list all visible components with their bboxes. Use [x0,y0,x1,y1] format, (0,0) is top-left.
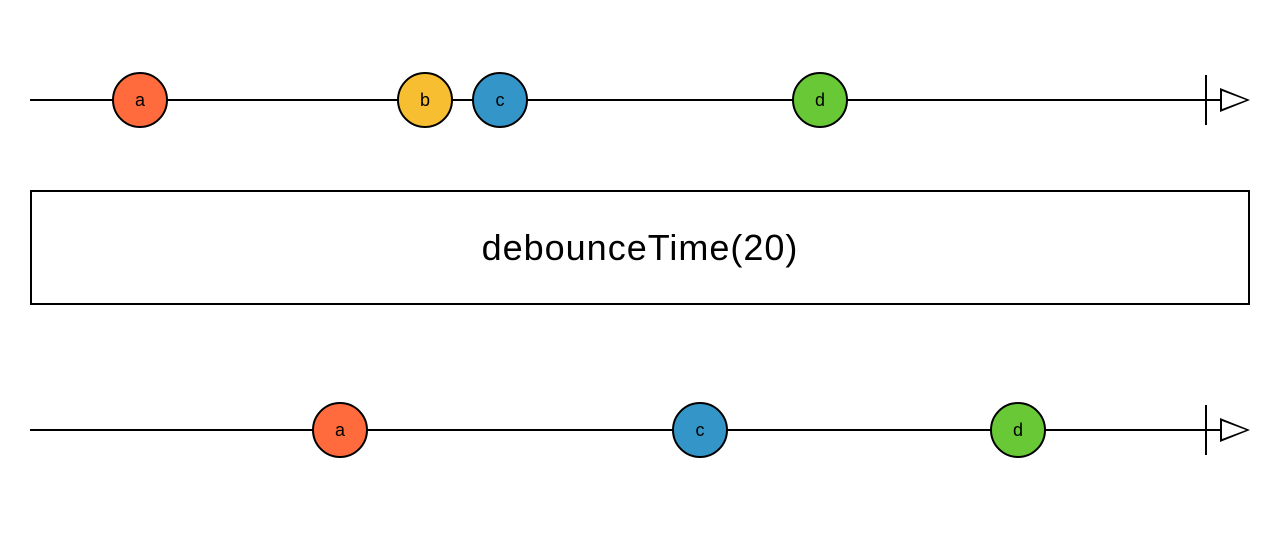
marble-c: c [672,402,728,458]
marble-d: d [990,402,1046,458]
complete-marker [1205,75,1207,125]
marble-diagram: a b c d debounceTime(20) a c d [0,0,1280,540]
arrow-right-icon [1220,88,1250,112]
marble-a: a [112,72,168,128]
complete-marker [1205,405,1207,455]
arrow-right-icon [1220,418,1250,442]
operator-box: debounceTime(20) [30,190,1250,305]
marble-c: c [472,72,528,128]
marble-d: d [792,72,848,128]
timeline-line [30,99,1220,101]
marble-a: a [312,402,368,458]
marble-b: b [397,72,453,128]
